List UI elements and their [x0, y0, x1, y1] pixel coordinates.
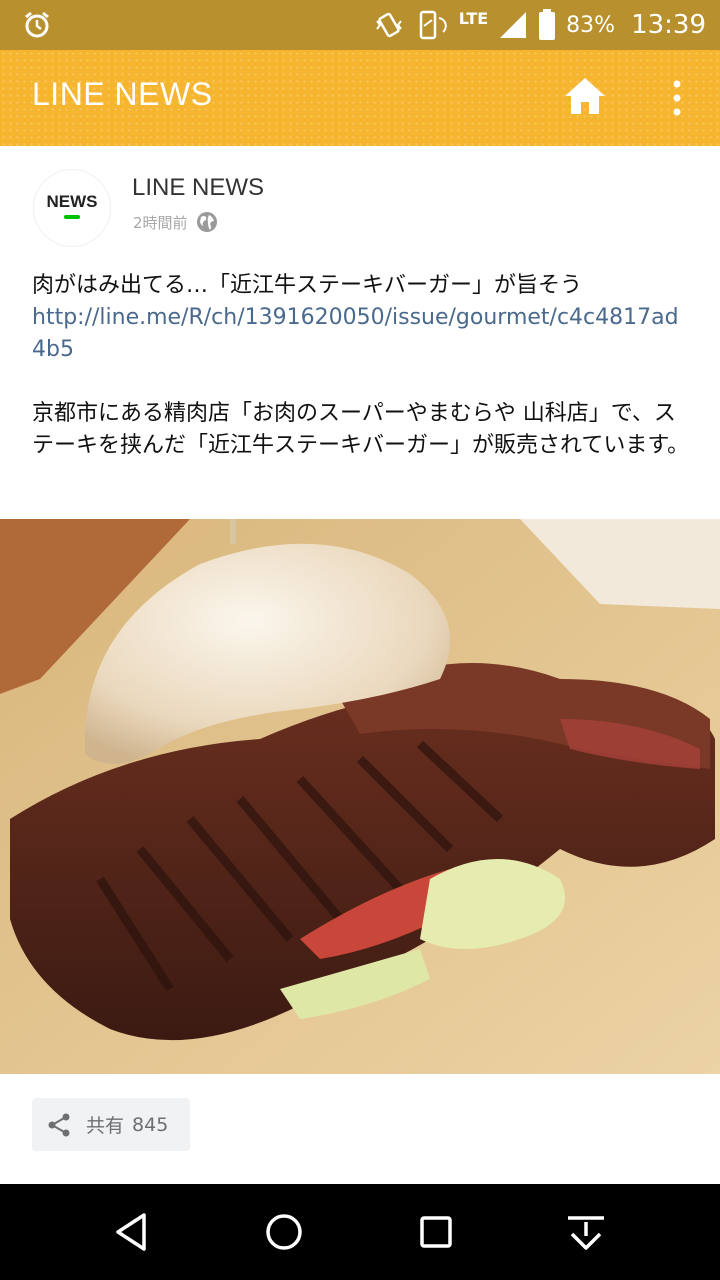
post-time: 2時間前 [133, 213, 188, 232]
signal-icon [500, 12, 527, 38]
share-icon [48, 1113, 70, 1136]
post-body: 肉がはみ出てる…「近江牛ステーキバーガー」が旨そう http://line.me… [32, 270, 692, 462]
share-label: 共有 [86, 1115, 125, 1137]
avatar-logo-text: NEWS [46, 192, 98, 211]
recents-icon[interactable] [414, 1210, 458, 1254]
share-button[interactable]: 共有 845 [32, 1098, 190, 1151]
home-circle-icon[interactable] [262, 1210, 306, 1254]
post-photo[interactable] [0, 519, 720, 1074]
status-bar: LTE 83% 13:39 [0, 0, 720, 50]
back-icon[interactable] [110, 1210, 154, 1254]
more-vert-icon[interactable] [660, 76, 694, 120]
battery-icon [539, 9, 556, 40]
app-bar: LINE NEWS [0, 50, 720, 146]
post-header: NEWS LINE NEWS 2時間前 [0, 146, 720, 256]
post-link[interactable]: http://line.me/R/ch/1391620050/issue/gou… [32, 302, 692, 366]
steak-burger-photo [0, 519, 720, 1074]
post-meta: 2時間前 [133, 211, 218, 233]
clock: 13:39 [631, 10, 706, 40]
post-headline: 肉がはみ出てる…「近江牛ステーキバーガー」が旨そう [32, 273, 583, 298]
navigation-bar [0, 1184, 720, 1280]
account-name[interactable]: LINE NEWS [132, 174, 264, 202]
vibrate-icon [375, 12, 402, 38]
share-count: 845 [132, 1113, 169, 1136]
rotation-lock-icon [419, 10, 447, 40]
battery-percent: 83% [566, 12, 616, 38]
notifications-pulldown-icon[interactable] [564, 1210, 608, 1254]
app-title: LINE NEWS [32, 76, 213, 112]
globe-icon [196, 212, 217, 232]
avatar[interactable]: NEWS [34, 170, 110, 246]
avatar-logo-accent [64, 215, 80, 219]
lte-icon: LTE [458, 9, 489, 28]
home-icon[interactable] [563, 74, 607, 118]
post-text: 京都市にある精肉店「お肉のスーパーやまむらや 山科店」で、ステーキを挟んだ「近江… [32, 401, 690, 458]
alarm-icon [25, 11, 49, 38]
